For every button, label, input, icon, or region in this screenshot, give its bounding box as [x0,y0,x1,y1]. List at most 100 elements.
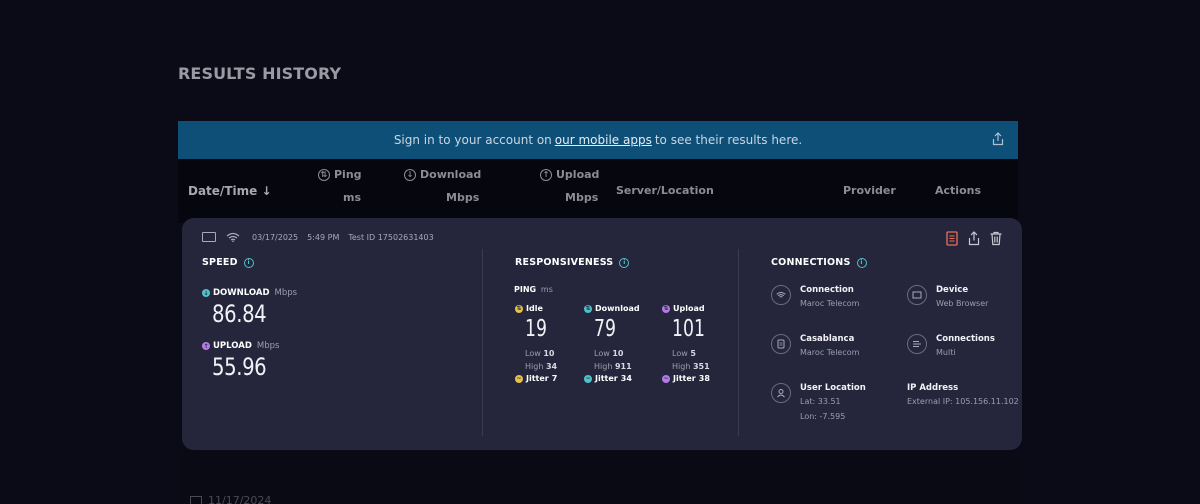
jitter-dot-icon: ~ [515,374,523,383]
upload-metric-label: ↑ UPLOAD Mbps [202,341,279,351]
ping-label-text: PING [514,285,537,294]
idle-dot-icon: ⇅ [515,304,523,313]
upload-column-label: Upload [556,168,600,181]
server-title: Casablanca [800,334,855,344]
idle-low: Low 10 [525,349,554,358]
upload-label-text: UPLOAD [213,341,252,351]
connection-sub: Maroc Telecom [800,299,860,308]
connections-title-text: CONNECTIONS [771,257,851,268]
upload-icon: ↑ [540,168,552,181]
upload-dot-icon: ↑ [202,342,210,350]
upload-low: Low 5 [672,349,696,358]
download-high-value: 911 [614,362,632,371]
download-low-value: 10 [612,349,624,358]
sign-in-banner: Sign in to your account on our mobile ap… [178,121,1018,159]
next-result-date-text: 11/17/2024 [208,494,272,504]
upload-high: High 351 [672,362,710,371]
download-jitter-value: 34 [620,374,632,383]
ping-header: PING ms [514,285,553,294]
jitter-label: Jitter [595,374,618,383]
next-result-row[interactable] [178,450,1018,504]
download-unit: Mbps [274,288,298,298]
provider-column-header: Provider [843,184,896,197]
idle-jitter: ~ Jitter 7 [515,374,557,383]
user-icon [771,383,791,403]
download-dot-icon: ↓ [202,289,210,297]
ip-address-item: IP Address External IP: 105.156.11.102 [907,383,1019,406]
connections-mode-title: Connections [936,334,995,344]
trash-icon[interactable] [990,231,1002,250]
device-title: Device [936,285,969,295]
ping-upload-column: ⇅ Upload 101 Low 5 High 351 ~ Jitter 38 [662,304,710,383]
info-icon[interactable]: i [243,257,254,268]
server-icon [771,334,791,354]
mobile-apps-link[interactable]: our mobile apps [555,133,652,147]
download-label-text: DOWNLOAD [213,288,270,298]
responsiveness-section-title: RESPONSIVENESS i [515,257,630,268]
download-metric-label: ↓ DOWNLOAD Mbps [202,288,297,298]
laptop-icon [907,285,927,305]
idle-high-value: 34 [545,362,558,371]
connections-mode-item: Connections Multi [907,334,995,357]
next-result-date: 11/17/2024 [190,494,271,504]
page-title: RESULTS HISTORY [178,64,342,83]
report-icon[interactable] [946,231,958,250]
info-icon[interactable]: i [856,257,867,268]
high-label: High [672,362,691,371]
ping-idle-column: ⇅ Idle 19 Low 10 High 34 ~ Jitter 7 [515,304,557,383]
low-label: Low [672,349,688,358]
download-column-header[interactable]: ↓ Download [404,168,481,181]
idle-high: High 34 [525,362,557,371]
ping-unit-text: ms [540,285,553,294]
sort-arrow-icon: ↓ [261,184,272,198]
speed-title-text: SPEED [202,257,238,268]
upload-speed-value: 55.96 [212,353,267,381]
section-divider [482,249,483,436]
ping-column-header[interactable]: ⇅ Ping [318,168,362,181]
idle-ping-value: 19 [525,316,547,342]
share-icon[interactable] [992,132,1004,149]
connections-section-title: CONNECTIONS i [771,257,867,268]
responsiveness-title-text: RESPONSIVENESS [515,257,614,268]
download-high: High 911 [594,362,632,371]
share-result-icon[interactable] [968,231,980,250]
upload-ping-label-text: Upload [673,304,705,313]
card-actions [946,231,1002,250]
jitter-dot-icon: ~ [584,374,592,383]
result-time: 5:49 PM [307,232,340,242]
download-ping-label-text: Download [595,304,640,313]
results-table-header: Date/Time ↓ ⇅ Ping ms ↓ Download Mbps ↑ … [178,159,1018,223]
idle-label-text: Idle [526,304,543,313]
ping-unit-label: ms [343,191,362,204]
result-detail-card: 03/17/2025 5:49 PM Test ID 17502631403 S… [182,218,1022,450]
jitter-dot-icon: ~ [662,374,670,383]
user-location-item: User Location Lat: 33.51 Lon: -7.595 [771,383,866,421]
section-divider [738,249,739,436]
result-meta: 03/17/2025 5:49 PM Test ID 17502631403 [202,232,443,242]
info-icon[interactable]: i [619,257,630,268]
server-location-column-header: Server/Location [616,184,714,197]
download-unit-label: Mbps [446,191,480,204]
upload-ping-label: ⇅ Upload [662,304,705,313]
jitter-label: Jitter [673,374,696,383]
date-time-column-header[interactable]: Date/Time ↓ [188,184,272,198]
multi-connection-icon [907,334,927,354]
ip-address-value: External IP: 105.156.11.102 [907,397,1019,406]
actions-column-header: Actions [935,184,981,197]
wifi-icon [771,285,791,305]
speed-section-title: SPEED i [202,257,254,268]
result-test-id: Test ID 17502631403 [348,232,434,242]
upload-jitter: ~ Jitter 38 [662,374,710,383]
user-latitude: Lat: 33.51 [800,397,841,406]
upload-ping-dot-icon: ⇅ [662,304,670,313]
result-date: 03/17/2025 [252,232,299,242]
download-low: Low 10 [594,349,623,358]
idle-low-value: 10 [543,349,555,358]
upload-column-header[interactable]: ↑ Upload [540,168,599,181]
upload-unit-label: Mbps [565,191,599,204]
device-item: Device Web Browser [907,285,988,308]
upload-ping-value: 101 [672,316,705,342]
upload-high-value: 351 [692,362,710,371]
banner-suffix: to see their results here. [654,133,803,147]
idle-label: ⇅ Idle [515,304,543,313]
